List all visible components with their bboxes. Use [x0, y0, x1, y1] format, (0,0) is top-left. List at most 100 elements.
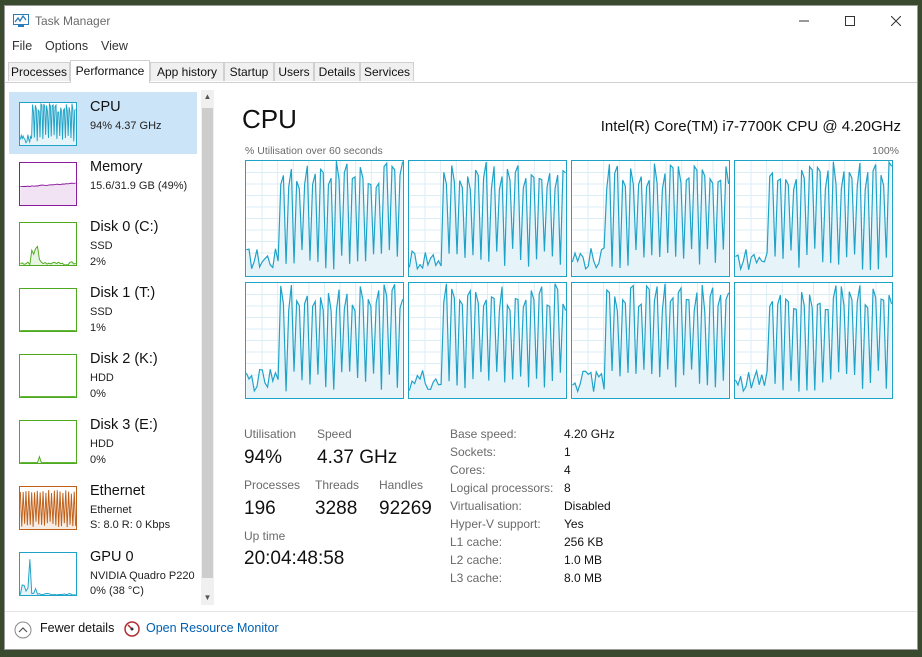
title-bar[interactable]: Task Manager [5, 6, 917, 36]
logical-processor-graph-5 [408, 282, 567, 399]
cpu-thumbnail-graph [19, 102, 77, 146]
resource-usage: 0% [90, 388, 106, 400]
hyperv-support-value: Yes [564, 517, 584, 531]
logical-processor-graphs [245, 160, 895, 399]
threads-value: 3288 [315, 498, 358, 519]
chevron-up-icon[interactable] [14, 621, 32, 639]
close-button[interactable] [873, 6, 917, 36]
logical-processor-graph-1 [408, 160, 567, 277]
tab-processes[interactable]: Processes [8, 62, 70, 81]
scroll-up-icon[interactable]: ▲ [201, 90, 214, 104]
cpu-model-name: Intel(R) Core(TM) i7-7700K CPU @ 4.20GHz [600, 118, 901, 135]
detail-title: CPU [242, 104, 297, 134]
tab-performance[interactable]: Performance [70, 60, 150, 83]
handles-value: 92269 [379, 498, 432, 519]
close-icon [891, 16, 901, 26]
resource-item-cpu[interactable]: CPU 94% 4.37 GHz [9, 92, 197, 154]
l2-cache-label: L2 cache: [450, 553, 503, 567]
resource-monitor-icon[interactable] [124, 621, 140, 637]
scroll-down-icon[interactable]: ▼ [201, 591, 214, 605]
logical-processor-graph-2 [571, 160, 730, 277]
processes-value: 196 [244, 498, 276, 519]
logical-processor-graph-4 [245, 282, 404, 399]
resource-item-disk2[interactable]: Disk 2 (K:) HDD 0% [9, 344, 197, 406]
resource-type: HDD [90, 438, 114, 450]
logical-processors-value: 8 [564, 481, 571, 495]
resource-title: GPU 0 [90, 549, 134, 565]
tab-startup[interactable]: Startup [224, 62, 274, 81]
logical-processors-label: Logical processors: [450, 481, 554, 495]
fewer-details-link[interactable]: Fewer details [40, 621, 114, 635]
l2-cache-value: 1.0 MB [564, 553, 603, 567]
menu-view[interactable]: View [101, 39, 128, 53]
graph-axis-label: % Utilisation over 60 seconds [245, 145, 383, 157]
menu-file[interactable]: File [12, 39, 32, 53]
resource-usage: S: 8.0 R: 0 Kbps [90, 519, 171, 531]
resource-item-ethernet[interactable]: Ethernet Ethernet S: 8.0 R: 0 Kbps [9, 476, 197, 538]
resource-title: Disk 2 (K:) [90, 351, 158, 367]
scroll-thumb[interactable] [202, 108, 213, 578]
resource-title: Disk 1 (T:) [90, 285, 156, 301]
open-resource-monitor-link[interactable]: Open Resource Monitor [146, 621, 279, 635]
footer-bar: Fewer details Open Resource Monitor [5, 611, 917, 646]
resource-usage: 0% (38 °C) [90, 585, 144, 597]
resource-usage: 0% [90, 454, 106, 466]
virtualisation-value: Disabled [564, 499, 611, 513]
disk1-thumbnail-graph [19, 288, 77, 332]
processes-label: Processes [244, 478, 301, 492]
virtualisation-label: Virtualisation: [450, 499, 522, 513]
minimize-icon [799, 20, 809, 22]
minimize-button[interactable] [781, 6, 827, 36]
tab-users[interactable]: Users [274, 62, 314, 81]
resource-type: SSD [90, 240, 113, 252]
task-manager-icon [13, 14, 29, 27]
maximize-button[interactable] [827, 6, 873, 36]
disk3-thumbnail-graph [19, 420, 77, 464]
menu-bar: File Options View [5, 37, 917, 57]
cpu-detail-pane: CPU Intel(R) Core(TM) i7-7700K CPU @ 4.2… [241, 90, 901, 605]
resource-item-disk3[interactable]: Disk 3 (E:) HDD 0% [9, 410, 197, 472]
speed-value: 4.37 GHz [317, 447, 398, 468]
resource-title: Ethernet [90, 483, 145, 499]
l3-cache-value: 8.0 MB [564, 571, 603, 585]
l1-cache-label: L1 cache: [450, 535, 503, 549]
disk0-thumbnail-graph [19, 222, 77, 266]
disk2-thumbnail-graph [19, 354, 77, 398]
window-title: Task Manager [35, 14, 111, 28]
resource-list: CPU 94% 4.37 GHz Memory 15.6/31.9 GB (49… [5, 90, 215, 605]
cores-value: 4 [564, 463, 571, 477]
threads-label: Threads [315, 478, 360, 492]
resource-title: Disk 0 (C:) [90, 219, 159, 235]
uptime-value: 20:04:48:58 [244, 548, 345, 569]
logical-processor-graph-7 [734, 282, 893, 399]
task-manager-window: Task Manager File Options View Processes… [4, 5, 918, 650]
menu-options[interactable]: Options [45, 39, 88, 53]
thumbnail-area [20, 456, 76, 463]
gpu0-thumbnail-graph [19, 552, 77, 596]
graph-axis-max: 100% [872, 145, 899, 157]
tab-services[interactable]: Services [360, 62, 414, 81]
tab-details[interactable]: Details [314, 62, 360, 81]
resource-item-disk1[interactable]: Disk 1 (T:) SSD 1% [9, 278, 197, 340]
resource-title: CPU [90, 99, 121, 115]
ethernet-thumbnail-graph [19, 486, 77, 530]
resource-usage: 1% [90, 322, 106, 334]
resource-detail: 94% 4.37 GHz [90, 120, 162, 132]
resource-item-disk0[interactable]: Disk 0 (C:) SSD 2% [9, 212, 197, 274]
resource-list-scrollbar[interactable]: ▲ ▼ [201, 90, 214, 605]
resource-title: Memory [90, 159, 143, 175]
utilisation-value: 94% [244, 447, 283, 468]
sockets-label: Sockets: [450, 445, 497, 459]
logical-processor-graph-3 [734, 160, 893, 277]
resource-item-gpu0[interactable]: GPU 0 NVIDIA Quadro P220 0% (38 °C) [9, 542, 197, 604]
logical-processor-graph-6 [571, 282, 730, 399]
tab-app-history[interactable]: App history [150, 62, 224, 81]
resource-title: Disk 3 (E:) [90, 417, 158, 433]
hyperv-support-label: Hyper-V support: [450, 517, 541, 531]
thumbnail-line [20, 245, 76, 265]
logical-processor-graph-0 [245, 160, 404, 277]
resource-type: NVIDIA Quadro P220 [90, 570, 195, 582]
uptime-label: Up time [244, 529, 286, 543]
resource-item-memory[interactable]: Memory 15.6/31.9 GB (49%) [9, 152, 197, 214]
speed-label: Speed [317, 427, 352, 441]
